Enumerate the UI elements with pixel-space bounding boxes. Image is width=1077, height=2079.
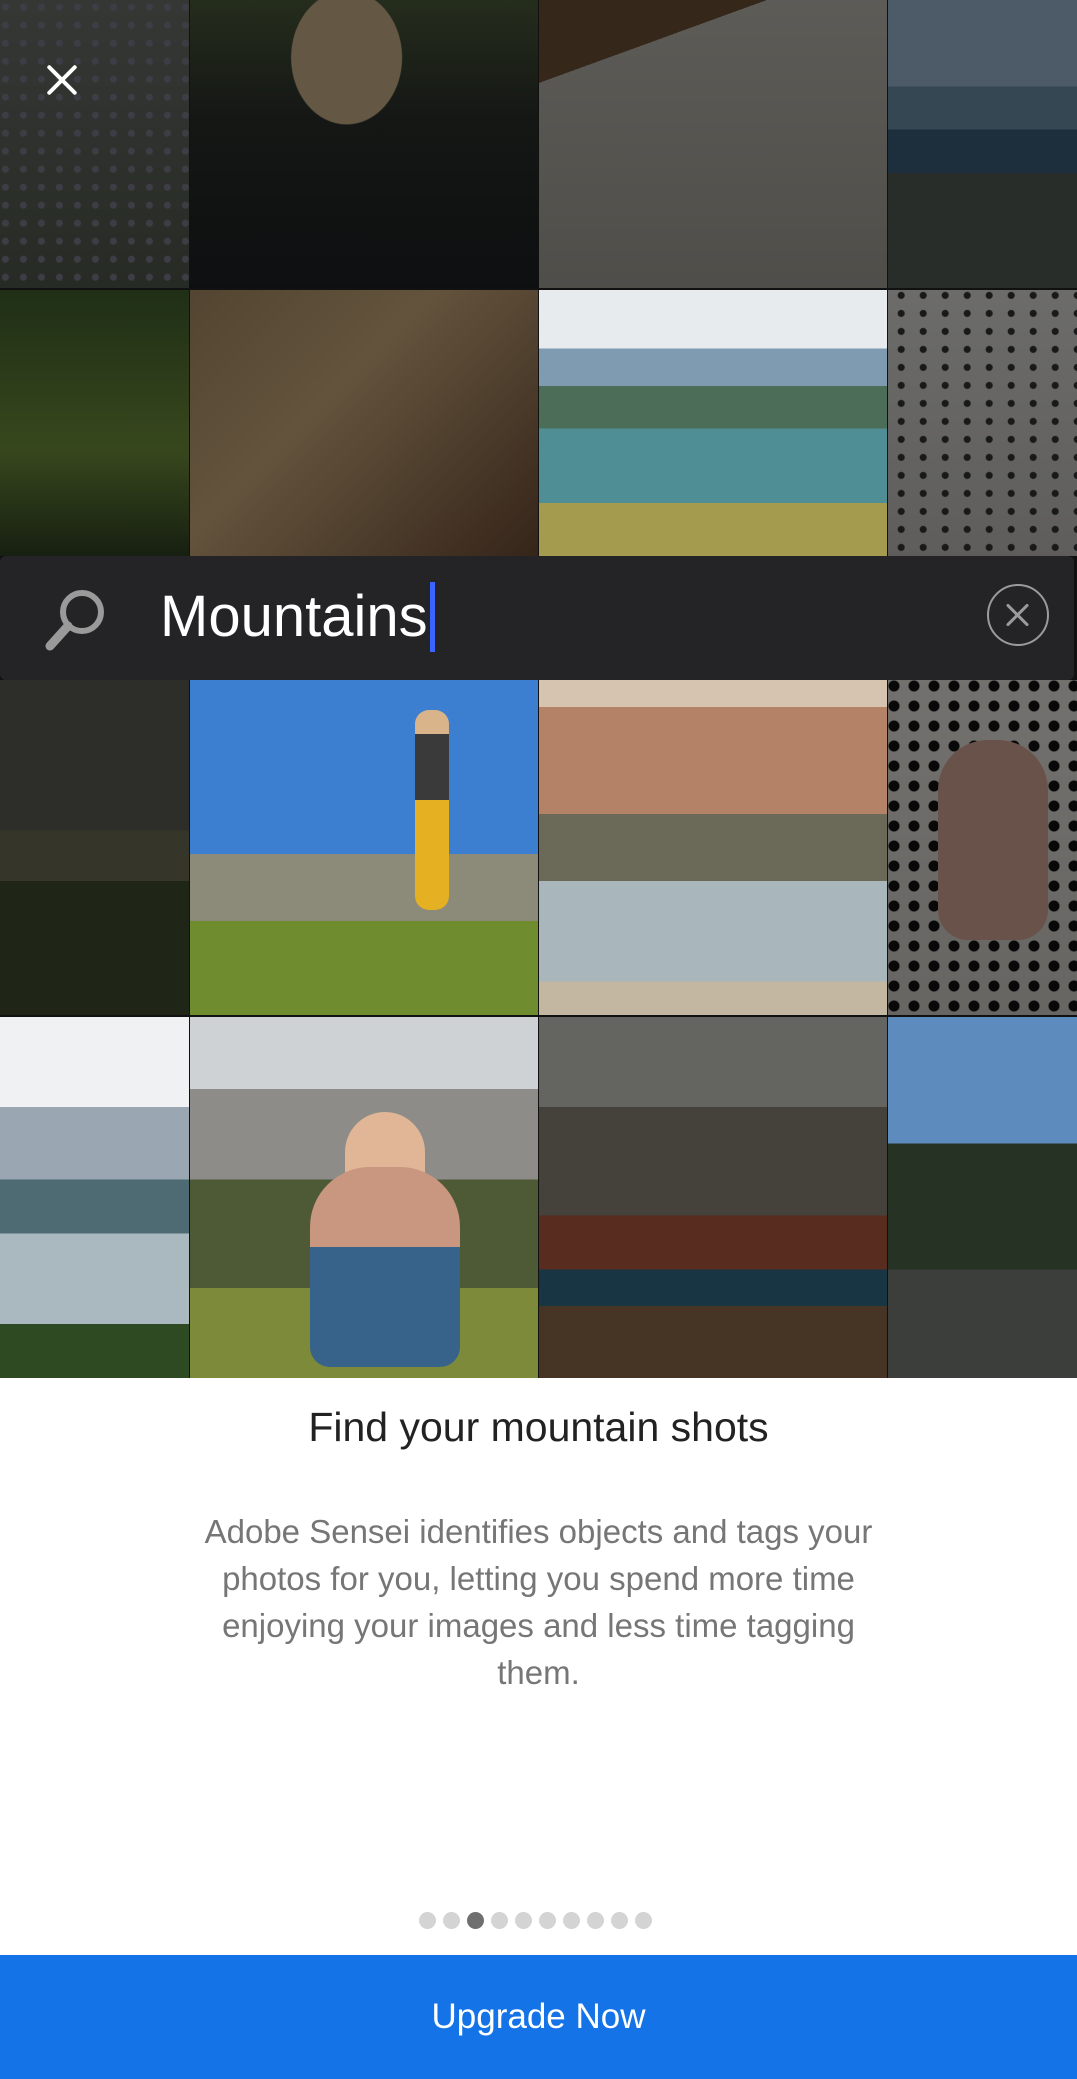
photo-mountain-lake bbox=[539, 290, 887, 556]
close-icon[interactable] bbox=[40, 58, 84, 102]
text-caret bbox=[429, 582, 435, 652]
onboarding-description: Adobe Sensei identifies objects and tags… bbox=[204, 1513, 873, 1691]
photo-hiker-dog bbox=[0, 290, 189, 556]
photo-hiker-selfie bbox=[190, 1017, 538, 1378]
photo-flowers bbox=[0, 0, 189, 288]
photo-jumping-hiker bbox=[190, 680, 538, 1015]
onboarding-headline: Find your mountain shots bbox=[308, 1404, 769, 1450]
photo-fjord bbox=[0, 1017, 189, 1378]
photo-campsite bbox=[888, 1017, 1077, 1378]
photo-sketchbook bbox=[539, 0, 887, 288]
photo-map-hands bbox=[190, 290, 538, 556]
photo-car-field bbox=[0, 680, 189, 1015]
pagination-dots bbox=[419, 1912, 652, 1929]
photo-hand-rock bbox=[888, 680, 1077, 1015]
page-dot-5[interactable] bbox=[515, 1912, 532, 1929]
page-dot-4[interactable] bbox=[491, 1912, 508, 1929]
page-dot-6[interactable] bbox=[539, 1912, 556, 1929]
page-dot-8[interactable] bbox=[587, 1912, 604, 1929]
photo-collage: Mountains bbox=[0, 0, 1077, 1378]
photo-canyon-river bbox=[539, 680, 887, 1015]
page-dot-10[interactable] bbox=[635, 1912, 652, 1929]
photo-birds bbox=[888, 290, 1077, 556]
photo-dog-in-car bbox=[539, 1017, 887, 1378]
search-input[interactable]: Mountains bbox=[160, 582, 435, 652]
page-dot-3[interactable] bbox=[467, 1912, 484, 1929]
clear-circle-icon[interactable] bbox=[987, 584, 1049, 646]
photo-cliff-lake bbox=[888, 0, 1077, 288]
page-dot-2[interactable] bbox=[443, 1912, 460, 1929]
photo-jacket bbox=[190, 0, 538, 288]
search-bar[interactable]: Mountains bbox=[0, 556, 1074, 680]
search-query: Mountains bbox=[160, 584, 428, 649]
upgrade-now-button[interactable]: Upgrade Now bbox=[0, 1955, 1077, 2079]
search-icon bbox=[45, 590, 104, 651]
page-dot-7[interactable] bbox=[563, 1912, 580, 1929]
page-dot-9[interactable] bbox=[611, 1912, 628, 1929]
page-dot-1[interactable] bbox=[419, 1912, 436, 1929]
